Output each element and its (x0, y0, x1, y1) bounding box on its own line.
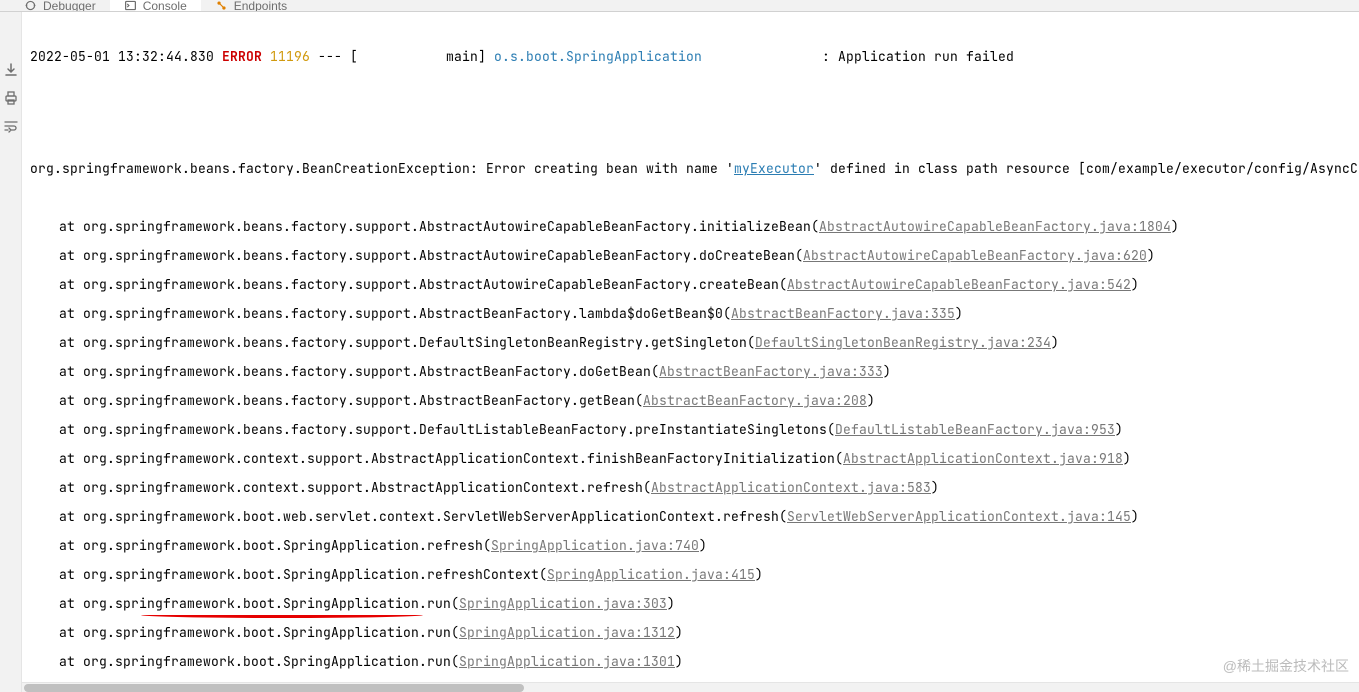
tool-window-tabs: Debugger Console Endpoints (0, 0, 1359, 12)
source-link[interactable]: AbstractAutowireCapableBeanFactory.java:… (787, 276, 1131, 293)
tab-endpoints[interactable]: Endpoints (201, 0, 301, 12)
source-link[interactable]: AbstractBeanFactory.java:333 (659, 363, 883, 380)
tab-debugger[interactable]: Debugger (10, 0, 110, 12)
source-link[interactable]: SpringApplication.java:740 (491, 537, 699, 554)
stack-frame: at org.springframework.beans.factory.sup… (30, 415, 1351, 444)
download-icon[interactable] (3, 62, 19, 78)
source-link[interactable]: DefaultListableBeanFactory.java:953 (835, 421, 1115, 438)
print-icon[interactable] (3, 90, 19, 106)
log-message: Application run failed (838, 48, 1014, 65)
stack-frame: at org.springframework.boot.SpringApplic… (30, 531, 1351, 560)
pid: 11196 (270, 48, 310, 65)
source-link[interactable]: AbstractBeanFactory.java:335 (731, 305, 955, 322)
stack-frame: at org.springframework.boot.web.servlet.… (30, 502, 1351, 531)
wrap-icon[interactable] (3, 118, 19, 134)
stack-frame: at org.springframework.beans.factory.sup… (30, 212, 1351, 241)
source-link[interactable]: SpringApplication.java:1301 (459, 653, 675, 670)
console-icon (124, 0, 137, 12)
stack-frame: at org.springframework.beans.factory.sup… (30, 270, 1351, 299)
source-link[interactable]: SpringApplication.java:1312 (459, 624, 675, 641)
console-gutter (0, 12, 22, 692)
endpoints-icon (215, 0, 228, 12)
source-link[interactable]: SpringApplication.java:303 (459, 595, 667, 612)
bean-link[interactable]: myExecutor (734, 160, 814, 177)
log-line: 2022-05-01 13:32:44.830 ERROR 11196 --- … (30, 47, 1351, 67)
source-link[interactable]: AbstractBeanFactory.java:208 (643, 392, 867, 409)
stack-frame: at org.springframework.context.support.A… (30, 473, 1351, 502)
source-link[interactable]: DefaultSingletonBeanRegistry.java:234 (755, 334, 1051, 351)
stack-frame: at org.springframework.beans.factory.sup… (30, 328, 1351, 357)
stack-frame: at org.springframework.beans.factory.sup… (30, 386, 1351, 415)
tab-label: Console (143, 0, 187, 12)
timestamp: 2022-05-01 13:32:44.830 (30, 48, 214, 65)
source-link[interactable]: SpringApplication.java:415 (547, 566, 755, 583)
watermark: @稀土掘金技术社区 (1223, 656, 1349, 676)
stack-frame: at org.springframework.boot.SpringApplic… (30, 647, 1351, 676)
stack-frame: at org.springframework.boot.SpringApplic… (30, 618, 1351, 647)
exception-header: org.springframework.beans.factory.BeanCr… (30, 154, 1351, 183)
horizontal-scrollbar[interactable] (22, 682, 1359, 692)
stack-frame: at org.springframework.beans.factory.sup… (30, 241, 1351, 270)
console-output[interactable]: 2022-05-01 13:32:44.830 ERROR 11196 --- … (22, 12, 1359, 692)
source-link[interactable]: AbstractAutowireCapableBeanFactory.java:… (819, 218, 1171, 235)
bug-icon (24, 0, 37, 12)
stack-frame: at org.springframework.boot.SpringApplic… (30, 589, 1351, 618)
log-level: ERROR (222, 48, 262, 65)
source-link[interactable]: ServletWebServerApplicationContext.java:… (787, 508, 1131, 525)
scroll-thumb[interactable] (24, 684, 524, 692)
logger-name: o.s.boot.SpringApplication (494, 48, 702, 65)
stack-frame: at org.springframework.context.support.A… (30, 444, 1351, 473)
stack-frame: at org.springframework.boot.SpringApplic… (30, 560, 1351, 589)
stack-frame: at org.springframework.beans.factory.sup… (30, 357, 1351, 386)
blank-line (30, 96, 1351, 125)
tab-label: Debugger (43, 0, 96, 12)
thread-name: main (358, 48, 478, 65)
tab-label: Endpoints (234, 0, 287, 12)
source-link[interactable]: AbstractApplicationContext.java:583 (651, 479, 931, 496)
stack-frame: at org.springframework.beans.factory.sup… (30, 299, 1351, 328)
tab-console[interactable]: Console (110, 0, 201, 12)
source-link[interactable]: AbstractApplicationContext.java:918 (843, 450, 1123, 467)
source-link[interactable]: AbstractAutowireCapableBeanFactory.java:… (803, 247, 1147, 264)
